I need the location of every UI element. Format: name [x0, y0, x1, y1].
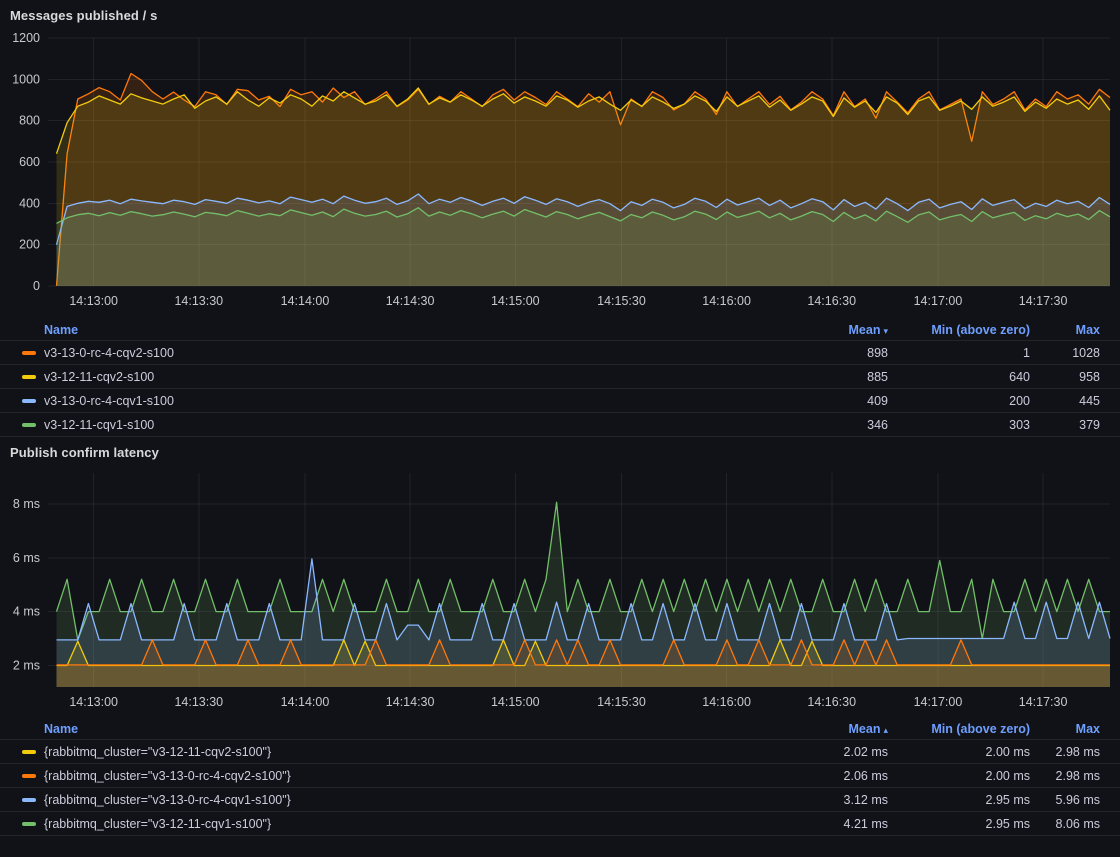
legend-value-max: 958 [1030, 370, 1100, 384]
series-color-swatch[interactable] [22, 375, 36, 379]
x-axis-tick: 14:17:00 [914, 695, 963, 709]
panel-title[interactable]: Publish confirm latency [0, 441, 1120, 465]
series-name[interactable]: v3-12-11-cqv1-s100 [44, 418, 796, 432]
x-axis-tick: 14:16:00 [702, 695, 751, 709]
series-color-swatch[interactable] [22, 423, 36, 427]
x-axis-tick: 14:17:30 [1019, 294, 1068, 308]
legend-value-min: 2.95 ms [888, 793, 1030, 807]
y-axis-tick: 800 [19, 114, 40, 128]
legend-value-min: 2.00 ms [888, 745, 1030, 759]
y-axis-tick: 1200 [12, 31, 40, 45]
legend-value-max: 2.98 ms [1030, 745, 1100, 759]
x-axis-tick: 14:16:30 [807, 695, 856, 709]
x-axis-tick: 14:15:30 [597, 695, 646, 709]
legend-header-name[interactable]: Name [44, 323, 796, 337]
y-axis-tick: 600 [19, 155, 40, 169]
series-name[interactable]: {rabbitmq_cluster="v3-12-11-cqv1-s100"} [44, 817, 796, 831]
messages-published-chart[interactable]: 0 200 400 600 800 1000 1200 14:13:00 14:13:30 14:… [0, 28, 1120, 318]
legend-header-min-above-zero[interactable]: Min (above zero) [888, 323, 1030, 337]
series-color-swatch[interactable] [22, 399, 36, 403]
legend-row: v3-13-0-rc-4-cqv1-s100409200445 [0, 389, 1120, 413]
legend-value-mean: 898 [796, 346, 888, 360]
y-axis-tick: 400 [19, 196, 40, 210]
x-axis-tick: 14:15:30 [597, 294, 646, 308]
y-axis-tick: 200 [19, 238, 40, 252]
series-color-swatch[interactable] [22, 822, 36, 826]
legend-value-max: 445 [1030, 394, 1100, 408]
y-axis-tick: 8 ms [13, 497, 40, 511]
panel-title[interactable]: Messages published / s [0, 4, 1120, 28]
legend-row: {rabbitmq_cluster="v3-13-0-rc-4-cqv2-s10… [0, 764, 1120, 788]
y-axis-tick: 6 ms [13, 551, 40, 565]
legend-value-mean: 3.12 ms [796, 793, 888, 807]
x-axis-tick: 14:16:30 [807, 294, 856, 308]
legend-header-max[interactable]: Max [1030, 323, 1100, 337]
legend-value-min: 2.95 ms [888, 817, 1030, 831]
legend-value-max: 379 [1030, 418, 1100, 432]
legend-row: {rabbitmq_cluster="v3-13-0-rc-4-cqv1-s10… [0, 788, 1120, 812]
legend-value-min: 640 [888, 370, 1030, 384]
legend-value-mean: 346 [796, 418, 888, 432]
series-color-swatch[interactable] [22, 750, 36, 754]
x-axis-tick: 14:16:00 [702, 294, 751, 308]
legend-table: NameMean▴Min (above zero)Max{rabbitmq_cl… [0, 719, 1120, 836]
x-axis-tick: 14:13:30 [174, 695, 223, 709]
x-axis-tick: 14:14:30 [386, 695, 435, 709]
publish-confirm-latency-chart[interactable]: 2 ms 4 ms 6 ms 8 ms 14:13:00 14:13:30 14:14:00… [0, 465, 1120, 717]
legend-row: v3-13-0-rc-4-cqv2-s10089811028 [0, 341, 1120, 365]
series-name[interactable]: {rabbitmq_cluster="v3-13-0-rc-4-cqv2-s10… [44, 769, 796, 783]
legend-value-min: 1 [888, 346, 1030, 360]
y-axis-tick: 1000 [12, 72, 40, 86]
legend-value-min: 200 [888, 394, 1030, 408]
legend-table: NameMean▾Min (above zero)Maxv3-13-0-rc-4… [0, 320, 1120, 437]
series-name[interactable]: v3-13-0-rc-4-cqv1-s100 [44, 394, 796, 408]
y-axis-tick: 2 ms [13, 658, 40, 672]
legend-value-mean: 4.21 ms [796, 817, 888, 831]
x-axis-tick: 14:14:00 [281, 695, 330, 709]
legend-value-min: 2.00 ms [888, 769, 1030, 783]
series-color-swatch[interactable] [22, 798, 36, 802]
legend-header-mean[interactable]: Mean▴ [796, 722, 888, 736]
x-axis-tick: 14:15:00 [491, 294, 540, 308]
x-axis-tick: 14:17:30 [1019, 695, 1068, 709]
y-axis-tick: 4 ms [13, 605, 40, 619]
legend-header-mean[interactable]: Mean▾ [796, 323, 888, 337]
legend-value-max: 2.98 ms [1030, 769, 1100, 783]
legend-value-min: 303 [888, 418, 1030, 432]
legend-row: v3-12-11-cqv2-s100885640958 [0, 365, 1120, 389]
x-axis-tick: 14:17:00 [914, 294, 963, 308]
legend-row: {rabbitmq_cluster="v3-12-11-cqv2-s100"}2… [0, 740, 1120, 764]
legend-header-row: NameMean▴Min (above zero)Max [0, 719, 1120, 740]
x-axis-tick: 14:13:00 [69, 294, 118, 308]
panel-messages-published: Messages published / s 0 200 400 600 800 1000… [0, 0, 1120, 437]
x-axis-tick: 14:14:30 [386, 294, 435, 308]
legend-value-max: 5.96 ms [1030, 793, 1100, 807]
x-axis-tick: 14:13:00 [69, 695, 118, 709]
legend-value-max: 1028 [1030, 346, 1100, 360]
series-name[interactable]: v3-13-0-rc-4-cqv2-s100 [44, 346, 796, 360]
series-name[interactable]: v3-12-11-cqv2-s100 [44, 370, 796, 384]
x-axis-tick: 14:14:00 [281, 294, 330, 308]
legend-row: {rabbitmq_cluster="v3-12-11-cqv1-s100"}4… [0, 812, 1120, 836]
legend-header-name[interactable]: Name [44, 722, 796, 736]
legend-value-mean: 2.06 ms [796, 769, 888, 783]
legend-value-mean: 885 [796, 370, 888, 384]
series-area [57, 208, 1111, 286]
legend-header-row: NameMean▾Min (above zero)Max [0, 320, 1120, 341]
series-name[interactable]: {rabbitmq_cluster="v3-13-0-rc-4-cqv1-s10… [44, 793, 796, 807]
x-axis-tick: 14:13:30 [174, 294, 223, 308]
x-axis-tick: 14:15:00 [491, 695, 540, 709]
series-color-swatch[interactable] [22, 351, 36, 355]
legend-header-min-above-zero[interactable]: Min (above zero) [888, 722, 1030, 736]
series-color-swatch[interactable] [22, 774, 36, 778]
legend-row: v3-12-11-cqv1-s100346303379 [0, 413, 1120, 437]
legend-value-mean: 409 [796, 394, 888, 408]
legend-value-mean: 2.02 ms [796, 745, 888, 759]
legend-value-max: 8.06 ms [1030, 817, 1100, 831]
y-axis-tick: 0 [33, 279, 40, 293]
panel-publish-confirm-latency: Publish confirm latency 2 ms 4 ms 6 ms 8 ms… [0, 437, 1120, 836]
legend-header-max[interactable]: Max [1030, 722, 1100, 736]
series-name[interactable]: {rabbitmq_cluster="v3-12-11-cqv2-s100"} [44, 745, 796, 759]
